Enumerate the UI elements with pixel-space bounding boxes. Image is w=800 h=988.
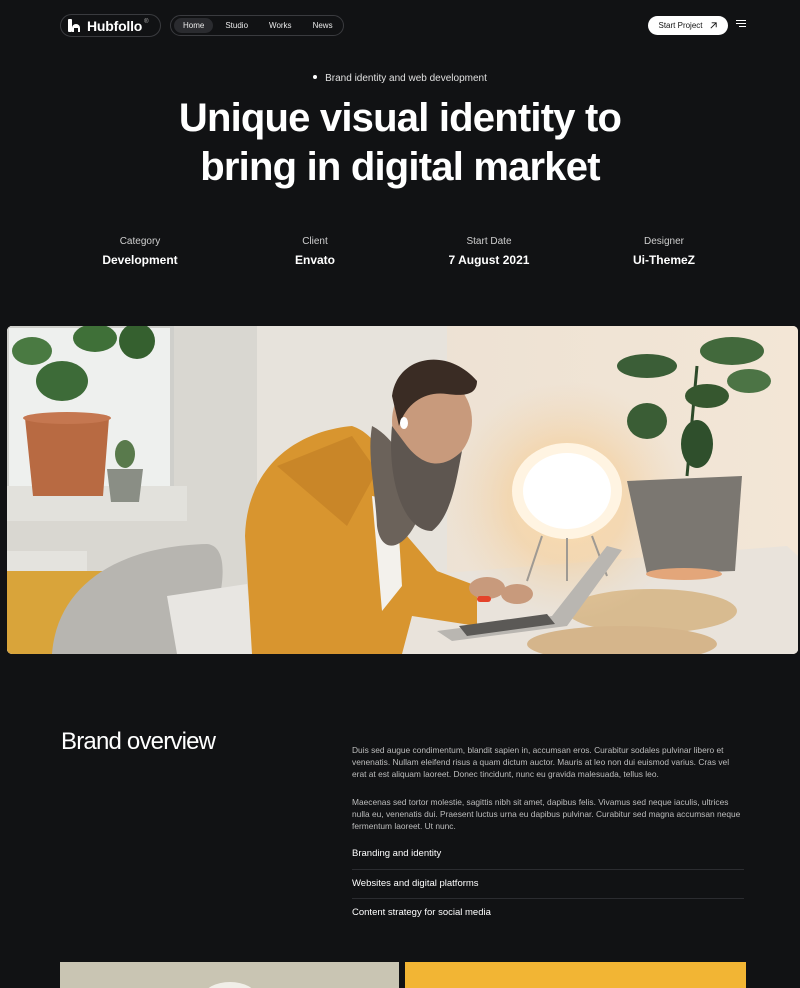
meta-client: Client Envato <box>215 236 415 267</box>
nav-item-news[interactable]: News <box>304 18 342 33</box>
services-list: Branding and identity Websites and digit… <box>352 840 744 929</box>
hero-title-line-1: Unique visual identity to <box>178 96 622 140</box>
gallery-image-left <box>60 962 399 988</box>
logo-text: Hubfollo <box>87 17 143 34</box>
hero-title-line-2: bring in digital market <box>200 145 600 189</box>
meta-category: Category Development <box>40 236 240 267</box>
start-project-label: Start Project <box>658 21 703 30</box>
gallery-image-right <box>405 962 746 988</box>
meta-label: Category <box>119 236 161 247</box>
meta-label: Designer <box>643 236 685 247</box>
main-nav: Home Studio Works News <box>170 15 344 36</box>
start-project-button[interactable]: Start Project <box>648 16 728 35</box>
meta-value: 7 August 2021 <box>448 253 530 267</box>
meta-label: Client <box>302 236 328 247</box>
list-item[interactable]: Content strategy for social media <box>352 899 744 929</box>
brand-overview-title: Brand overview <box>61 728 216 755</box>
meta-value: Development <box>102 253 178 267</box>
project-meta: Category Development Client Envato Start… <box>0 236 800 276</box>
logo[interactable]: Hubfollo ® <box>60 14 161 37</box>
overview-paragraph-1: Duis sed augue condimentum, blandit sapi… <box>352 745 730 779</box>
gallery-image-left-illustration <box>208 982 252 988</box>
list-item[interactable]: Websites and digital platforms <box>352 870 744 899</box>
hero-title: Unique visual identity to bring in digit… <box>0 94 800 192</box>
logo-registered-mark: ® <box>144 18 149 25</box>
meta-value: Envato <box>294 253 335 267</box>
nav-item-works[interactable]: Works <box>260 18 301 33</box>
site-header: Hubfollo ® Home Studio Works News Start … <box>60 14 746 38</box>
hamburger-menu-icon[interactable] <box>736 20 746 29</box>
meta-designer: Designer Ui-ThemeZ <box>564 236 764 267</box>
hero-photo-illustration <box>7 326 798 654</box>
meta-start-date: Start Date 7 August 2021 <box>389 236 589 267</box>
logo-mark-icon <box>68 19 80 32</box>
hero-tagline: Brand identity and web development <box>0 73 800 84</box>
nav-item-studio[interactable]: Studio <box>216 18 257 33</box>
nav-item-home[interactable]: Home <box>174 18 214 33</box>
list-item[interactable]: Branding and identity <box>352 840 744 870</box>
tagline-text: Brand identity and web development <box>325 73 487 84</box>
meta-label: Start Date <box>466 236 512 247</box>
arrow-up-right-icon <box>709 22 717 29</box>
overview-paragraph-2: Maecenas sed tortor molestie, sagittis n… <box>352 797 741 831</box>
meta-value: Ui-ThemeZ <box>632 253 695 267</box>
hero-photo <box>7 326 798 654</box>
bullet-dot-icon <box>313 75 318 80</box>
